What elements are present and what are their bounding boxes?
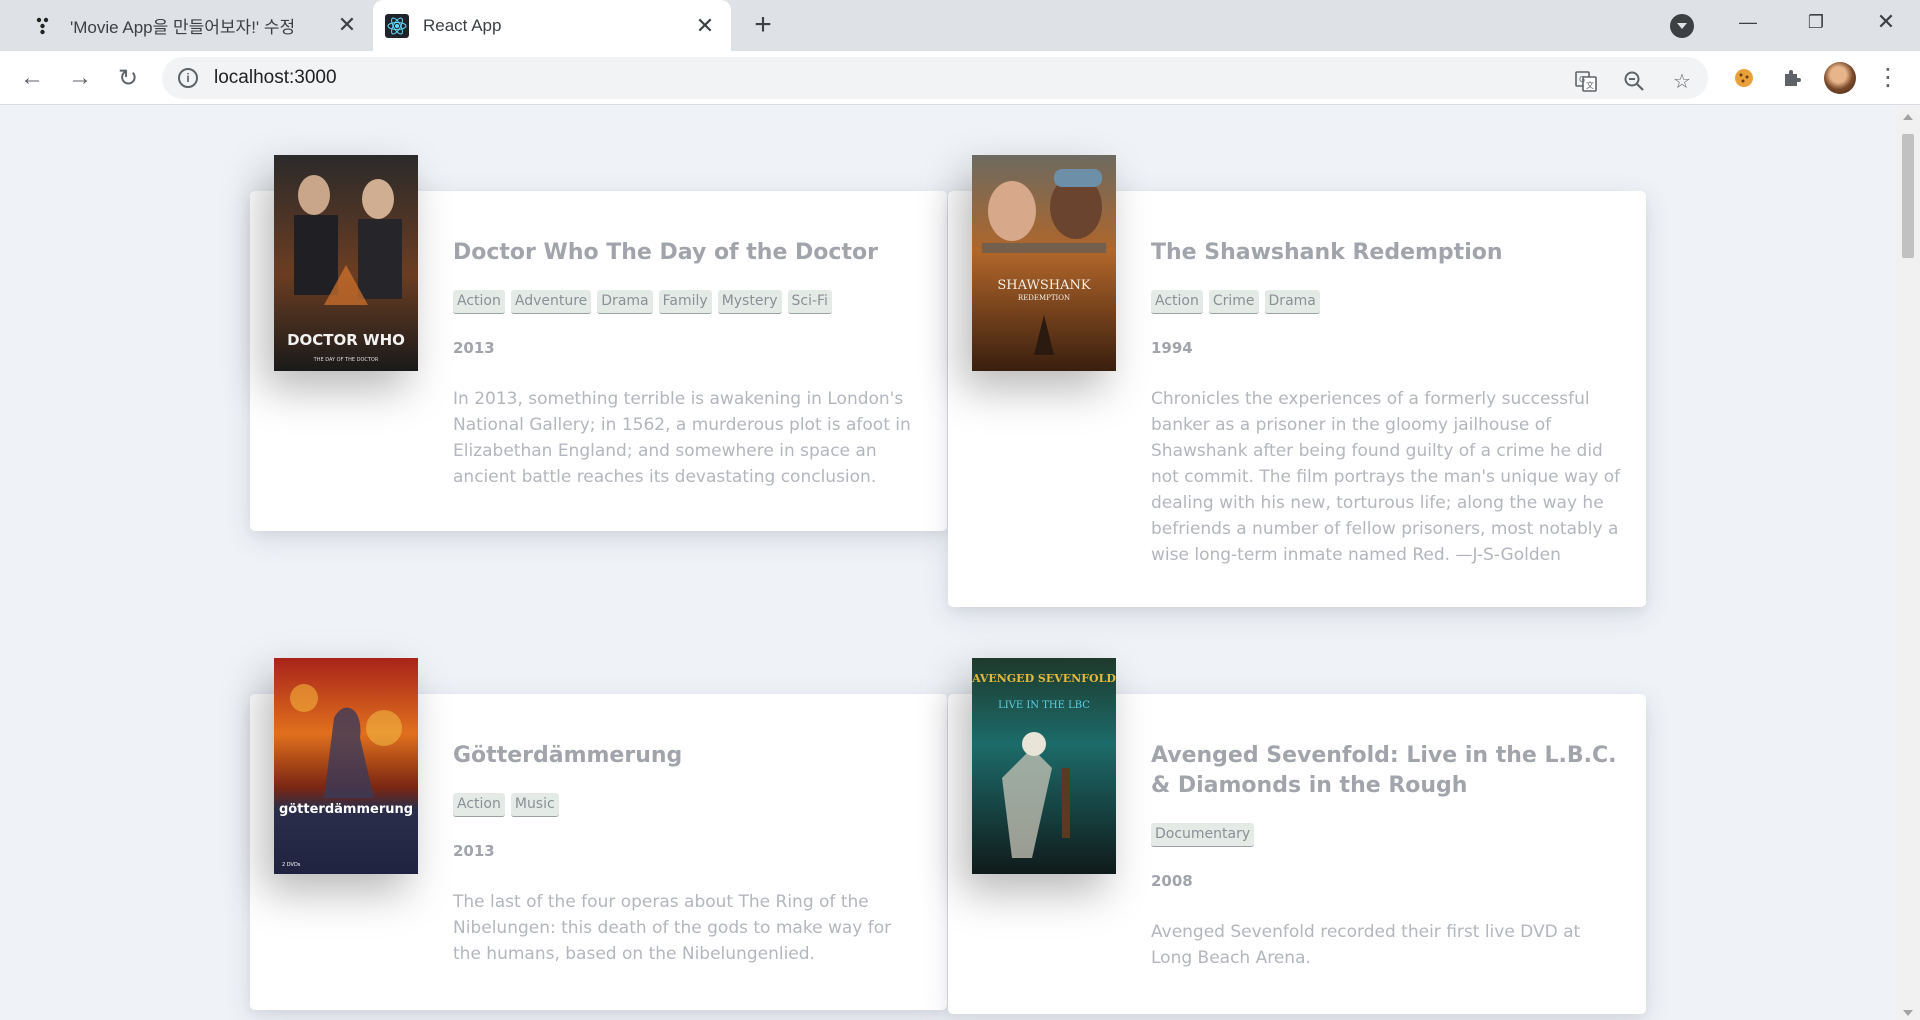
poster-title-text: götterdämmerung xyxy=(279,802,413,817)
poster-subtitle-text: LIVE IN THE LBC xyxy=(998,700,1090,711)
scroll-up-arrow-icon[interactable] xyxy=(1903,114,1913,120)
tab-react-app[interactable]: React App ✕ xyxy=(373,0,731,51)
bookmark-star-icon[interactable]: ☆ xyxy=(1670,69,1694,93)
genre-list: Action Music xyxy=(453,793,559,817)
genre-list: Documentary xyxy=(1151,823,1255,847)
tab-movie-app[interactable]: 'Movie App을 만들어보자!' 수정 xyxy=(20,0,365,51)
movie-poster: SHAWSHANK REDEMPTION xyxy=(972,155,1116,371)
profile-avatar[interactable] xyxy=(1824,62,1856,94)
translate-icon[interactable]: 文G xyxy=(1574,69,1598,93)
genre-tag: Sci-Fi xyxy=(787,290,832,314)
site-info-icon[interactable]: i xyxy=(178,68,198,88)
scroll-down-arrow-icon[interactable] xyxy=(1903,1010,1913,1016)
movie-poster: DOCTOR WHO THE DAY OF THE DOCTOR xyxy=(274,155,418,371)
movie-title: Doctor Who The Day of the Doctor xyxy=(453,240,878,265)
site-favicon-icon xyxy=(32,14,56,38)
movie-poster: AVENGED SEVENFOLD LIVE IN THE LBC xyxy=(972,658,1116,874)
movie-title: The Shawshank Redemption xyxy=(1151,240,1503,265)
genre-tag: Music xyxy=(510,793,559,817)
tab-search-icon[interactable] xyxy=(1670,14,1694,38)
minimize-button[interactable]: — xyxy=(1720,0,1776,44)
svg-text:G: G xyxy=(1579,75,1585,84)
genre-tag: Action xyxy=(453,290,505,314)
movie-year: 2008 xyxy=(1151,872,1193,890)
scrollbar-thumb[interactable] xyxy=(1902,134,1914,258)
poster-subtitle-text: 2 DVDs xyxy=(282,862,301,868)
genre-tag: Crime xyxy=(1208,290,1259,314)
poster-title-text: DOCTOR WHO xyxy=(287,331,405,349)
movie-summary: The last of the four operas about The Ri… xyxy=(453,892,892,964)
movie-summary: Avenged Sevenfold recorded their first l… xyxy=(1151,922,1581,968)
page-viewport: DOCTOR WHO THE DAY OF THE DOCTOR Doctor … xyxy=(0,106,1896,1020)
browser-toolbar: ← → ↻ i localhost:3000 文G ☆ xyxy=(0,51,1920,105)
poster-subtitle-text: REDEMPTION xyxy=(1018,294,1070,302)
cookie-icon[interactable] xyxy=(1730,64,1758,92)
movie-title: Avenged Sevenfold: Live in the L.B.C. & … xyxy=(1151,743,1617,798)
movie-title: Götterdämmerung xyxy=(453,743,683,768)
close-window-button[interactable]: ✕ xyxy=(1858,0,1914,44)
movie-summary: In 2013, something terrible is awakening… xyxy=(453,389,911,487)
genre-tag: Mystery xyxy=(717,290,782,314)
browser-menu-icon[interactable]: ⋮ xyxy=(1876,63,1900,93)
page-scrollbar[interactable] xyxy=(1896,106,1920,1020)
genre-list: Action Adventure Drama Family Mystery Sc… xyxy=(453,290,832,314)
genre-list: Action Crime Drama xyxy=(1151,290,1320,314)
tab-title: 'Movie App을 만들어보자!' 수정 xyxy=(70,18,296,37)
genre-tag: Adventure xyxy=(510,290,592,314)
genre-tag: Action xyxy=(453,793,505,817)
movie-year: 2013 xyxy=(453,842,495,860)
reload-icon[interactable]: ↻ xyxy=(114,64,142,92)
zoom-out-icon[interactable] xyxy=(1622,69,1646,93)
new-tab-button[interactable]: + xyxy=(748,10,778,41)
genre-tag: Family xyxy=(658,290,712,314)
restore-button[interactable]: ❐ xyxy=(1788,0,1844,44)
movie-year: 2013 xyxy=(453,339,495,357)
svg-text:文: 文 xyxy=(1586,80,1594,90)
genre-tag: Action xyxy=(1151,290,1203,314)
genre-tag: Documentary xyxy=(1151,823,1255,847)
tab-strip: 'Movie App을 만들어보자!' 수정 React App ✕ ✕ + —… xyxy=(0,0,1920,51)
tab-title: React App xyxy=(423,15,502,35)
react-logo-icon xyxy=(385,13,409,38)
url-text[interactable]: localhost:3000 xyxy=(214,67,337,89)
movie-year: 1994 xyxy=(1151,339,1193,357)
poster-subtitle-text: THE DAY OF THE DOCTOR xyxy=(313,357,379,363)
movie-summary: Chronicles the experiences of a formerly… xyxy=(1151,389,1621,565)
poster-title-text: AVENGED SEVENFOLD xyxy=(972,672,1116,685)
tab-close-icon[interactable]: ✕ xyxy=(691,12,719,40)
genre-tag: Drama xyxy=(597,290,653,314)
movie-poster: götterdämmerung 2 DVDs xyxy=(274,658,418,874)
genre-tag: Drama xyxy=(1264,290,1320,314)
puzzle-icon[interactable] xyxy=(1778,64,1806,92)
forward-arrow-icon[interactable]: → xyxy=(66,64,94,92)
tab-close-icon[interactable]: ✕ xyxy=(333,11,361,39)
poster-title-text: SHAWSHANK xyxy=(997,278,1090,293)
address-bar[interactable]: i localhost:3000 文G ☆ xyxy=(162,57,1708,99)
back-arrow-icon[interactable]: ← xyxy=(18,64,46,92)
